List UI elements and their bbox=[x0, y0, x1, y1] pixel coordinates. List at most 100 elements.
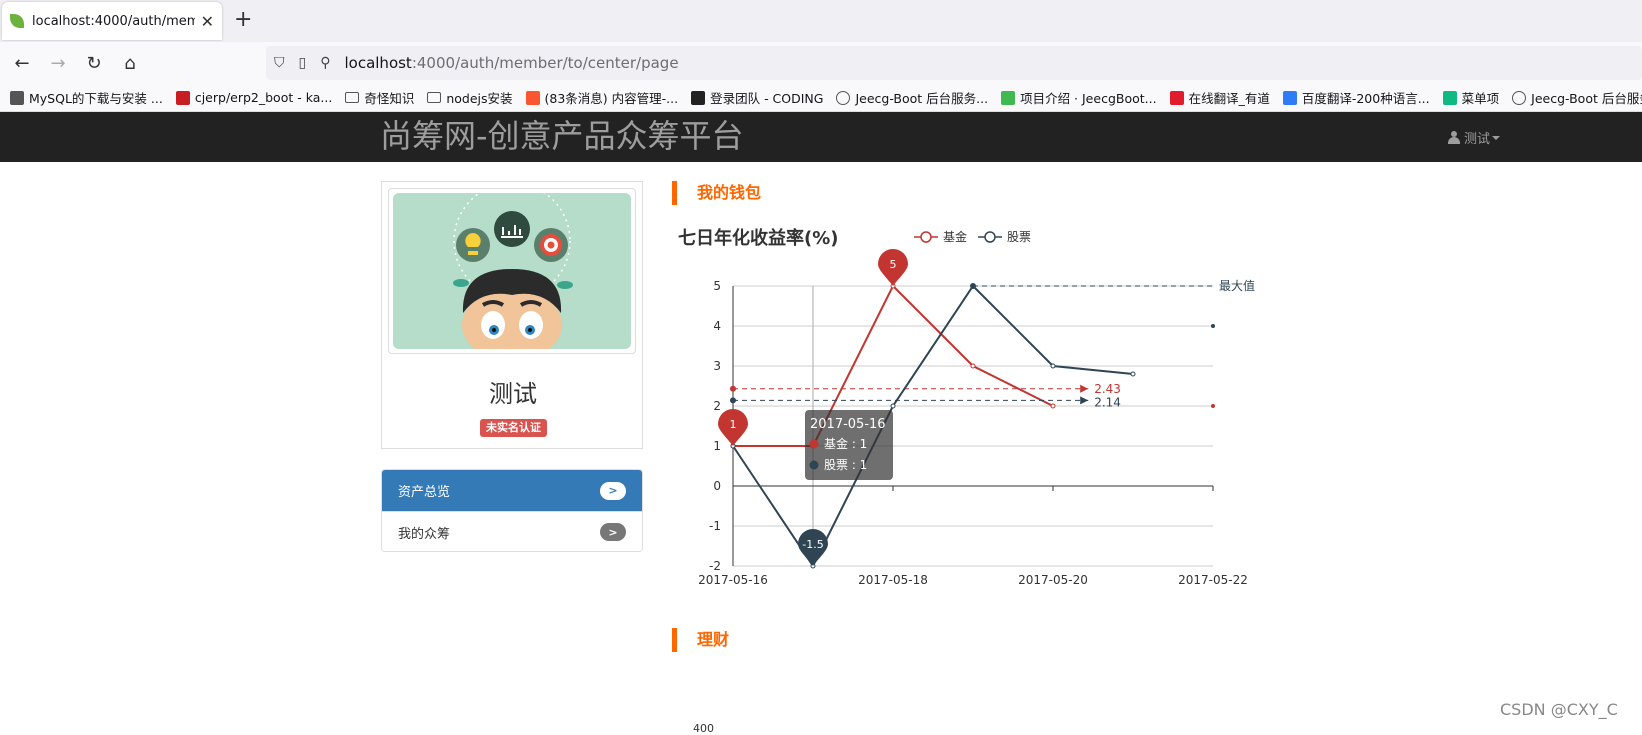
edge-point bbox=[1211, 404, 1215, 408]
y-tick-label: 2 bbox=[713, 399, 721, 413]
bookmark-item[interactable]: 奇怪知识 bbox=[345, 88, 414, 107]
bookmark-item[interactable]: 百度翻译-200种语言... bbox=[1282, 88, 1430, 107]
tooltip-row: 股票 : 1 bbox=[824, 458, 867, 472]
bookmark-item[interactable]: 项目介绍 · JeecgBoot... bbox=[1001, 88, 1157, 107]
browser-tab-strip: localhost:4000/auth/member/to/center/pag… bbox=[0, 0, 1642, 42]
chevron-right-icon: > bbox=[600, 523, 626, 541]
yield-line-chart: 七日年化收益率(%) 基金 股票 543210-1-22017-05-16 2017… bbox=[678, 227, 1255, 587]
y-tick-label: -2 bbox=[709, 559, 721, 573]
browser-tab[interactable]: localhost:4000/auth/member/to/center/pag… bbox=[2, 2, 222, 40]
shield-icon[interactable]: ⛉ bbox=[274, 55, 285, 71]
user-icon bbox=[1448, 131, 1460, 144]
globe-icon bbox=[836, 90, 851, 105]
bookmark-label: Jeecg-Boot 后台服务... bbox=[1531, 91, 1642, 106]
forward-icon[interactable]: → bbox=[40, 53, 76, 74]
bookmark-item[interactable]: MySQL的下载与安装 ... bbox=[10, 88, 163, 107]
user-name: 测试 bbox=[1464, 132, 1491, 147]
bookmark-label: 奇怪知识 bbox=[364, 91, 415, 106]
series-line bbox=[732, 284, 1134, 568]
bookmark-item[interactable]: 在线翻译_有道 bbox=[1169, 88, 1270, 107]
bookmark-item[interactable]: 登录团队 - CODING bbox=[691, 88, 823, 107]
site-brand[interactable]: 尚筹网-创意产品众筹平台 bbox=[380, 116, 744, 156]
y-tick-label: 0 bbox=[713, 479, 721, 493]
menu-item-my-crowdfunding[interactable]: 我的众筹 > bbox=[382, 511, 642, 551]
bookmark-label: 登录团队 - CODING bbox=[710, 91, 824, 106]
bookmarks-bar: MySQL的下载与安装 ... cjerp/erp2_boot - ka... 奇怪… bbox=[0, 84, 1642, 112]
user-menu[interactable]: 测试 bbox=[1448, 128, 1501, 147]
bookmark-label: cjerp/erp2_boot - ka... bbox=[194, 90, 333, 105]
bookmark-label: 菜单项 bbox=[1461, 91, 1500, 106]
series-point bbox=[1130, 371, 1136, 377]
site-header: 尚筹网-创意产品众筹平台 测试 bbox=[0, 112, 1642, 162]
csdn-watermark: CSDN @CXY_C bbox=[1500, 700, 1618, 719]
mysql-icon bbox=[10, 90, 24, 105]
average-line-arrow bbox=[1080, 396, 1089, 405]
menu-item-label: 资产总览 bbox=[398, 485, 451, 500]
markpoint-label: 1 bbox=[730, 418, 737, 431]
legend-label: 股票 bbox=[1007, 230, 1031, 244]
profile-name: 测试 bbox=[489, 380, 537, 408]
globe-icon bbox=[1512, 90, 1527, 105]
y-tick-label: 5 bbox=[713, 279, 721, 293]
tooltip-date: 2017-05-16 bbox=[810, 417, 886, 432]
page-icon[interactable]: ▯ bbox=[299, 55, 307, 71]
x-tick-label: 2017-05-20 bbox=[1018, 573, 1088, 587]
bookmark-label: 项目介绍 · JeecgBoot... bbox=[1020, 91, 1157, 106]
address-bar[interactable]: ⛉ ▯ ⚲ localhost:4000/auth/member/to/cent… bbox=[266, 46, 1642, 80]
series-point bbox=[890, 403, 896, 409]
bookmark-item[interactable]: (83条消息) 内容管理-... bbox=[525, 88, 678, 107]
csdn-icon bbox=[525, 90, 540, 105]
jeecg-icon bbox=[1001, 90, 1016, 105]
folder-icon bbox=[345, 92, 360, 103]
play-icon bbox=[1442, 90, 1457, 105]
youdao-icon bbox=[1169, 90, 1184, 105]
x-tick-label: 2017-05-18 bbox=[858, 573, 928, 587]
average-line-start bbox=[730, 397, 736, 404]
permissions-icon[interactable]: ⚲ bbox=[320, 55, 330, 71]
tooltip-swatch bbox=[809, 460, 819, 470]
average-line-label: 2.43 bbox=[1094, 382, 1121, 396]
bookmark-item[interactable]: Jeecg-Boot 后台服务... bbox=[836, 88, 988, 107]
markpoint-label: 5 bbox=[890, 258, 897, 271]
legend-marker bbox=[984, 231, 996, 243]
max-line-start bbox=[970, 283, 976, 289]
menu-item-label: 我的众筹 bbox=[398, 526, 451, 542]
home-icon[interactable]: ⌂ bbox=[112, 53, 148, 74]
markpoint-label: -1.5 bbox=[802, 538, 823, 551]
back-icon[interactable]: ← bbox=[4, 53, 40, 74]
close-tab-icon[interactable]: ✕ bbox=[201, 12, 214, 31]
baidu-translate-icon bbox=[1282, 90, 1297, 105]
y-tick-label: -1 bbox=[709, 519, 721, 533]
x-tick-label: 2017-05-22 bbox=[1178, 573, 1248, 587]
avatar-illustration-icon bbox=[453, 193, 573, 349]
caret-down-icon bbox=[1492, 135, 1501, 140]
new-tab-button[interactable]: + bbox=[234, 8, 252, 32]
bookmark-label: 百度翻译-200种语言... bbox=[1301, 91, 1430, 106]
url-host: localhost bbox=[344, 54, 412, 72]
x-tick-label: 2017-05-16 bbox=[698, 573, 768, 587]
url-path: :4000/auth/member/to/center/page bbox=[411, 54, 679, 72]
bookmark-item[interactable]: Jeecg-Boot 后台服务... bbox=[1512, 88, 1642, 107]
bookmark-item[interactable]: cjerp/erp2_boot - ka... bbox=[175, 90, 333, 105]
avatar-thumbnail bbox=[388, 188, 636, 354]
profile-card: 测试 未实名认证 bbox=[381, 181, 643, 449]
verification-status-badge: 未实名认证 bbox=[480, 419, 547, 437]
reload-icon[interactable]: ↻ bbox=[76, 53, 112, 74]
average-line-start bbox=[730, 385, 736, 392]
series-point bbox=[970, 363, 976, 369]
chart-legend: 基金 股票 bbox=[914, 229, 1031, 244]
bookmark-item[interactable]: nodejs安装 bbox=[427, 88, 513, 107]
max-line-label: 最大值 bbox=[1219, 278, 1255, 293]
bookmark-item[interactable]: 菜单项 bbox=[1442, 88, 1500, 107]
legend-label: 基金 bbox=[943, 229, 967, 244]
section-title-finance: 理财 bbox=[672, 628, 729, 652]
average-line-arrow bbox=[1080, 384, 1089, 393]
bookmark-label: Jeecg-Boot 后台服务... bbox=[855, 91, 989, 106]
member-menu: 资产总览 > 我的众筹 > bbox=[381, 469, 643, 552]
chevron-right-icon: > bbox=[600, 481, 626, 500]
folder-icon bbox=[427, 92, 442, 103]
menu-item-asset-overview[interactable]: 资产总览 > bbox=[382, 470, 642, 511]
spring-leaf-icon bbox=[10, 14, 24, 28]
legend-marker bbox=[920, 231, 932, 243]
chart-tooltip: 2017-05-16 基金 : 1 股票 : 1 bbox=[805, 410, 893, 480]
